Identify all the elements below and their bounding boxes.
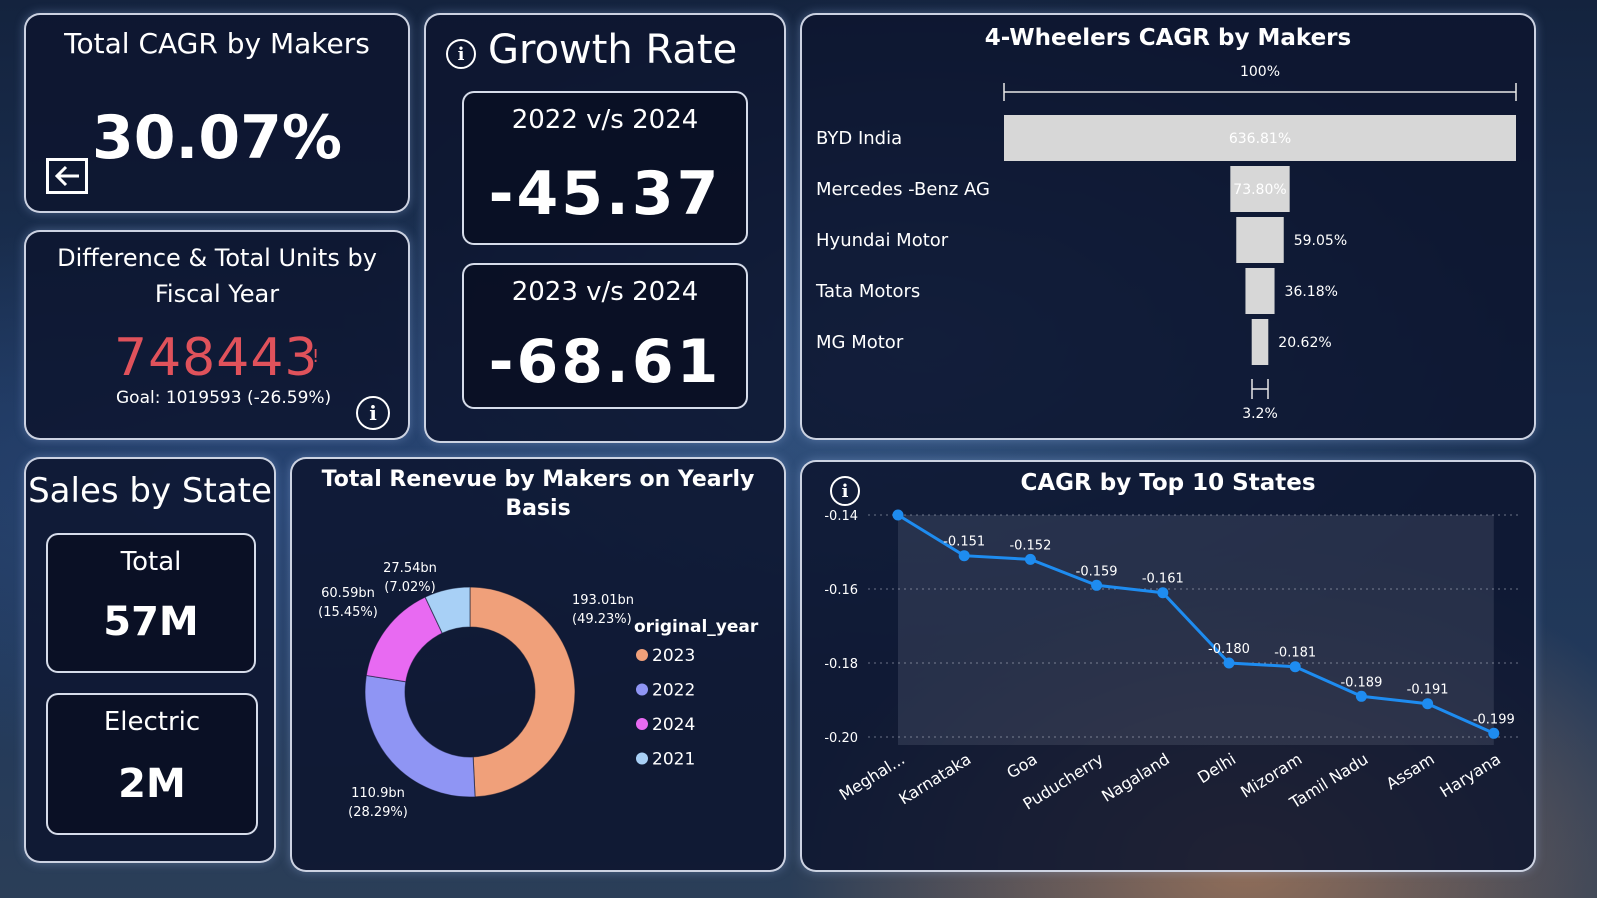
growth-rate-card: i Growth Rate 2022 v/s 2024 -45.37 2023 … <box>424 13 786 443</box>
funnel-value-label: 636.81% <box>1229 131 1291 147</box>
funnel-bar <box>1251 319 1269 365</box>
donut-percent-label: (7.02%) <box>384 580 435 595</box>
total-cagr-card: Total CAGR by Makers 30.07% <box>24 13 410 213</box>
growth-2022-card: 2022 v/s 2024 -45.37 <box>462 91 748 245</box>
data-label: -0.191 <box>1407 683 1449 698</box>
legend-marker <box>636 649 648 661</box>
donut-value-label: 193.01bn <box>572 593 634 608</box>
data-label: -0.151 <box>943 535 985 550</box>
sales-total-value: 57M <box>103 599 199 645</box>
line-chart: -0.14 -0.16 -0.18 -0.20 -0.151 -0.152 -0.159 -0… <box>824 509 1518 814</box>
data-label: -0.180 <box>1208 642 1250 657</box>
sales-total-card: Total 57M <box>46 533 256 673</box>
donut-legend-item[interactable]: 2024 <box>652 715 695 735</box>
sales-total-label: Total <box>120 547 182 577</box>
data-label: -0.189 <box>1340 675 1382 690</box>
donut-value-label: 110.9bn <box>351 786 405 801</box>
donut-legend-item[interactable]: 2022 <box>652 681 695 701</box>
x-tick-label: Nagaland <box>1098 749 1173 806</box>
y-tick-label: -0.18 <box>824 657 858 672</box>
data-label: -0.181 <box>1274 646 1316 661</box>
funnel-value-label: 20.62% <box>1278 335 1331 351</box>
funnel-value-label: 59.05% <box>1294 233 1347 249</box>
y-tick-label: -0.16 <box>824 583 858 598</box>
difference-marker: ! <box>312 346 320 367</box>
data-point <box>1488 727 1500 739</box>
difference-goal: Goal: 1019593 (-26.59%) <box>116 388 332 408</box>
funnel-chart: 100% 3.2% BYD India 636.81% Mercedes -Benz… <box>815 64 1517 422</box>
donut-value-label: 60.59bn <box>321 586 375 601</box>
donut-slice <box>469 586 576 798</box>
legend-marker <box>636 752 648 765</box>
data-label: -0.152 <box>1009 538 1051 553</box>
back-arrow-icon[interactable] <box>46 158 88 194</box>
funnel-category-label: BYD India <box>816 128 902 149</box>
growth-2022-label: 2022 v/s 2024 <box>511 105 699 135</box>
data-point <box>1422 698 1434 710</box>
data-point <box>1157 587 1169 599</box>
data-point <box>1024 553 1036 565</box>
y-tick-label: -0.14 <box>824 509 858 524</box>
difference-title-line2: Fiscal Year <box>154 280 280 308</box>
growth-2023-value: -68.61 <box>488 327 722 397</box>
difference-title-line1: Difference & Total Units by <box>57 244 377 272</box>
funnel-category-label: MG Motor <box>816 332 904 353</box>
data-label: -0.161 <box>1142 572 1184 587</box>
data-point <box>1289 661 1301 673</box>
sales-electric-value: 2M <box>118 761 186 807</box>
x-tick-label: Goa <box>1003 749 1040 782</box>
difference-card: Difference & Total Units by Fiscal Year … <box>24 230 410 440</box>
donut-slice <box>364 674 476 798</box>
funnel-category-label: Tata Motors <box>815 281 920 302</box>
growth-2022-value: -45.37 <box>488 159 722 229</box>
donut-percent-label: (49.23%) <box>572 612 632 627</box>
donut-value-label: 27.54bn <box>383 561 437 576</box>
info-icon[interactable]: i <box>446 39 476 69</box>
data-label: -0.199 <box>1473 712 1515 727</box>
x-tick-label: Delhi <box>1194 749 1239 787</box>
donut-legend-item[interactable]: 2021 <box>652 750 695 770</box>
funnel-card: 4-Wheelers CAGR by Makers 100% 3.2% BYD … <box>800 13 1536 440</box>
funnel-category-label: Mercedes -Benz AG <box>816 179 990 200</box>
funnel-bar <box>1236 217 1284 263</box>
growth-rate-title: Growth Rate <box>488 27 738 73</box>
donut-percent-label: (15.45%) <box>318 605 378 620</box>
funnel-top-label: 100% <box>1240 64 1280 80</box>
data-point <box>1091 579 1103 591</box>
data-point <box>1223 657 1235 669</box>
sales-by-state-card: Sales by State Total 57M Electric 2M <box>24 457 276 863</box>
revenue-card: Total Renevue by Makers on Yearly Basis … <box>290 457 786 872</box>
legend-marker <box>636 683 648 696</box>
donut-legend-title: original_year <box>634 617 759 637</box>
donut-percent-label: (28.29%) <box>348 805 408 820</box>
sales-by-state-title: Sales by State <box>28 471 272 511</box>
cagr-states-card: i CAGR by Top 10 States -0.14 -0.16 -0.18-… <box>800 460 1536 872</box>
data-point <box>1355 690 1367 702</box>
x-tick-label: Haryana <box>1436 749 1503 801</box>
x-tick-label: Karnataka <box>895 749 974 808</box>
funnel-bar <box>1245 268 1275 314</box>
x-tick-label: Assam <box>1383 749 1438 793</box>
donut-legend-item[interactable]: 2023 <box>652 646 695 666</box>
funnel-bottom-label: 3.2% <box>1242 406 1278 422</box>
data-label: -0.159 <box>1076 564 1118 579</box>
info-icon[interactable]: i <box>356 396 390 430</box>
sales-electric-label: Electric <box>103 707 201 737</box>
total-cagr-title: Total CAGR by Makers <box>64 27 370 60</box>
data-point <box>892 509 904 521</box>
donut-chart: 193.01bn (49.23%) 110.9bn (28.29%) 60.59bn (1… <box>318 561 759 820</box>
difference-value: 748443 <box>114 328 319 388</box>
growth-2023-label: 2023 v/s 2024 <box>511 277 699 307</box>
legend-marker <box>636 718 648 730</box>
funnel-value-label: 36.18% <box>1285 284 1338 300</box>
data-point <box>958 550 970 562</box>
funnel-category-label: Hyundai Motor <box>816 230 949 251</box>
growth-2023-card: 2023 v/s 2024 -68.61 <box>462 263 748 409</box>
sales-electric-card: Electric 2M <box>46 693 258 835</box>
y-tick-label: -0.20 <box>824 731 858 746</box>
funnel-value-label: 73.80% <box>1233 182 1286 198</box>
